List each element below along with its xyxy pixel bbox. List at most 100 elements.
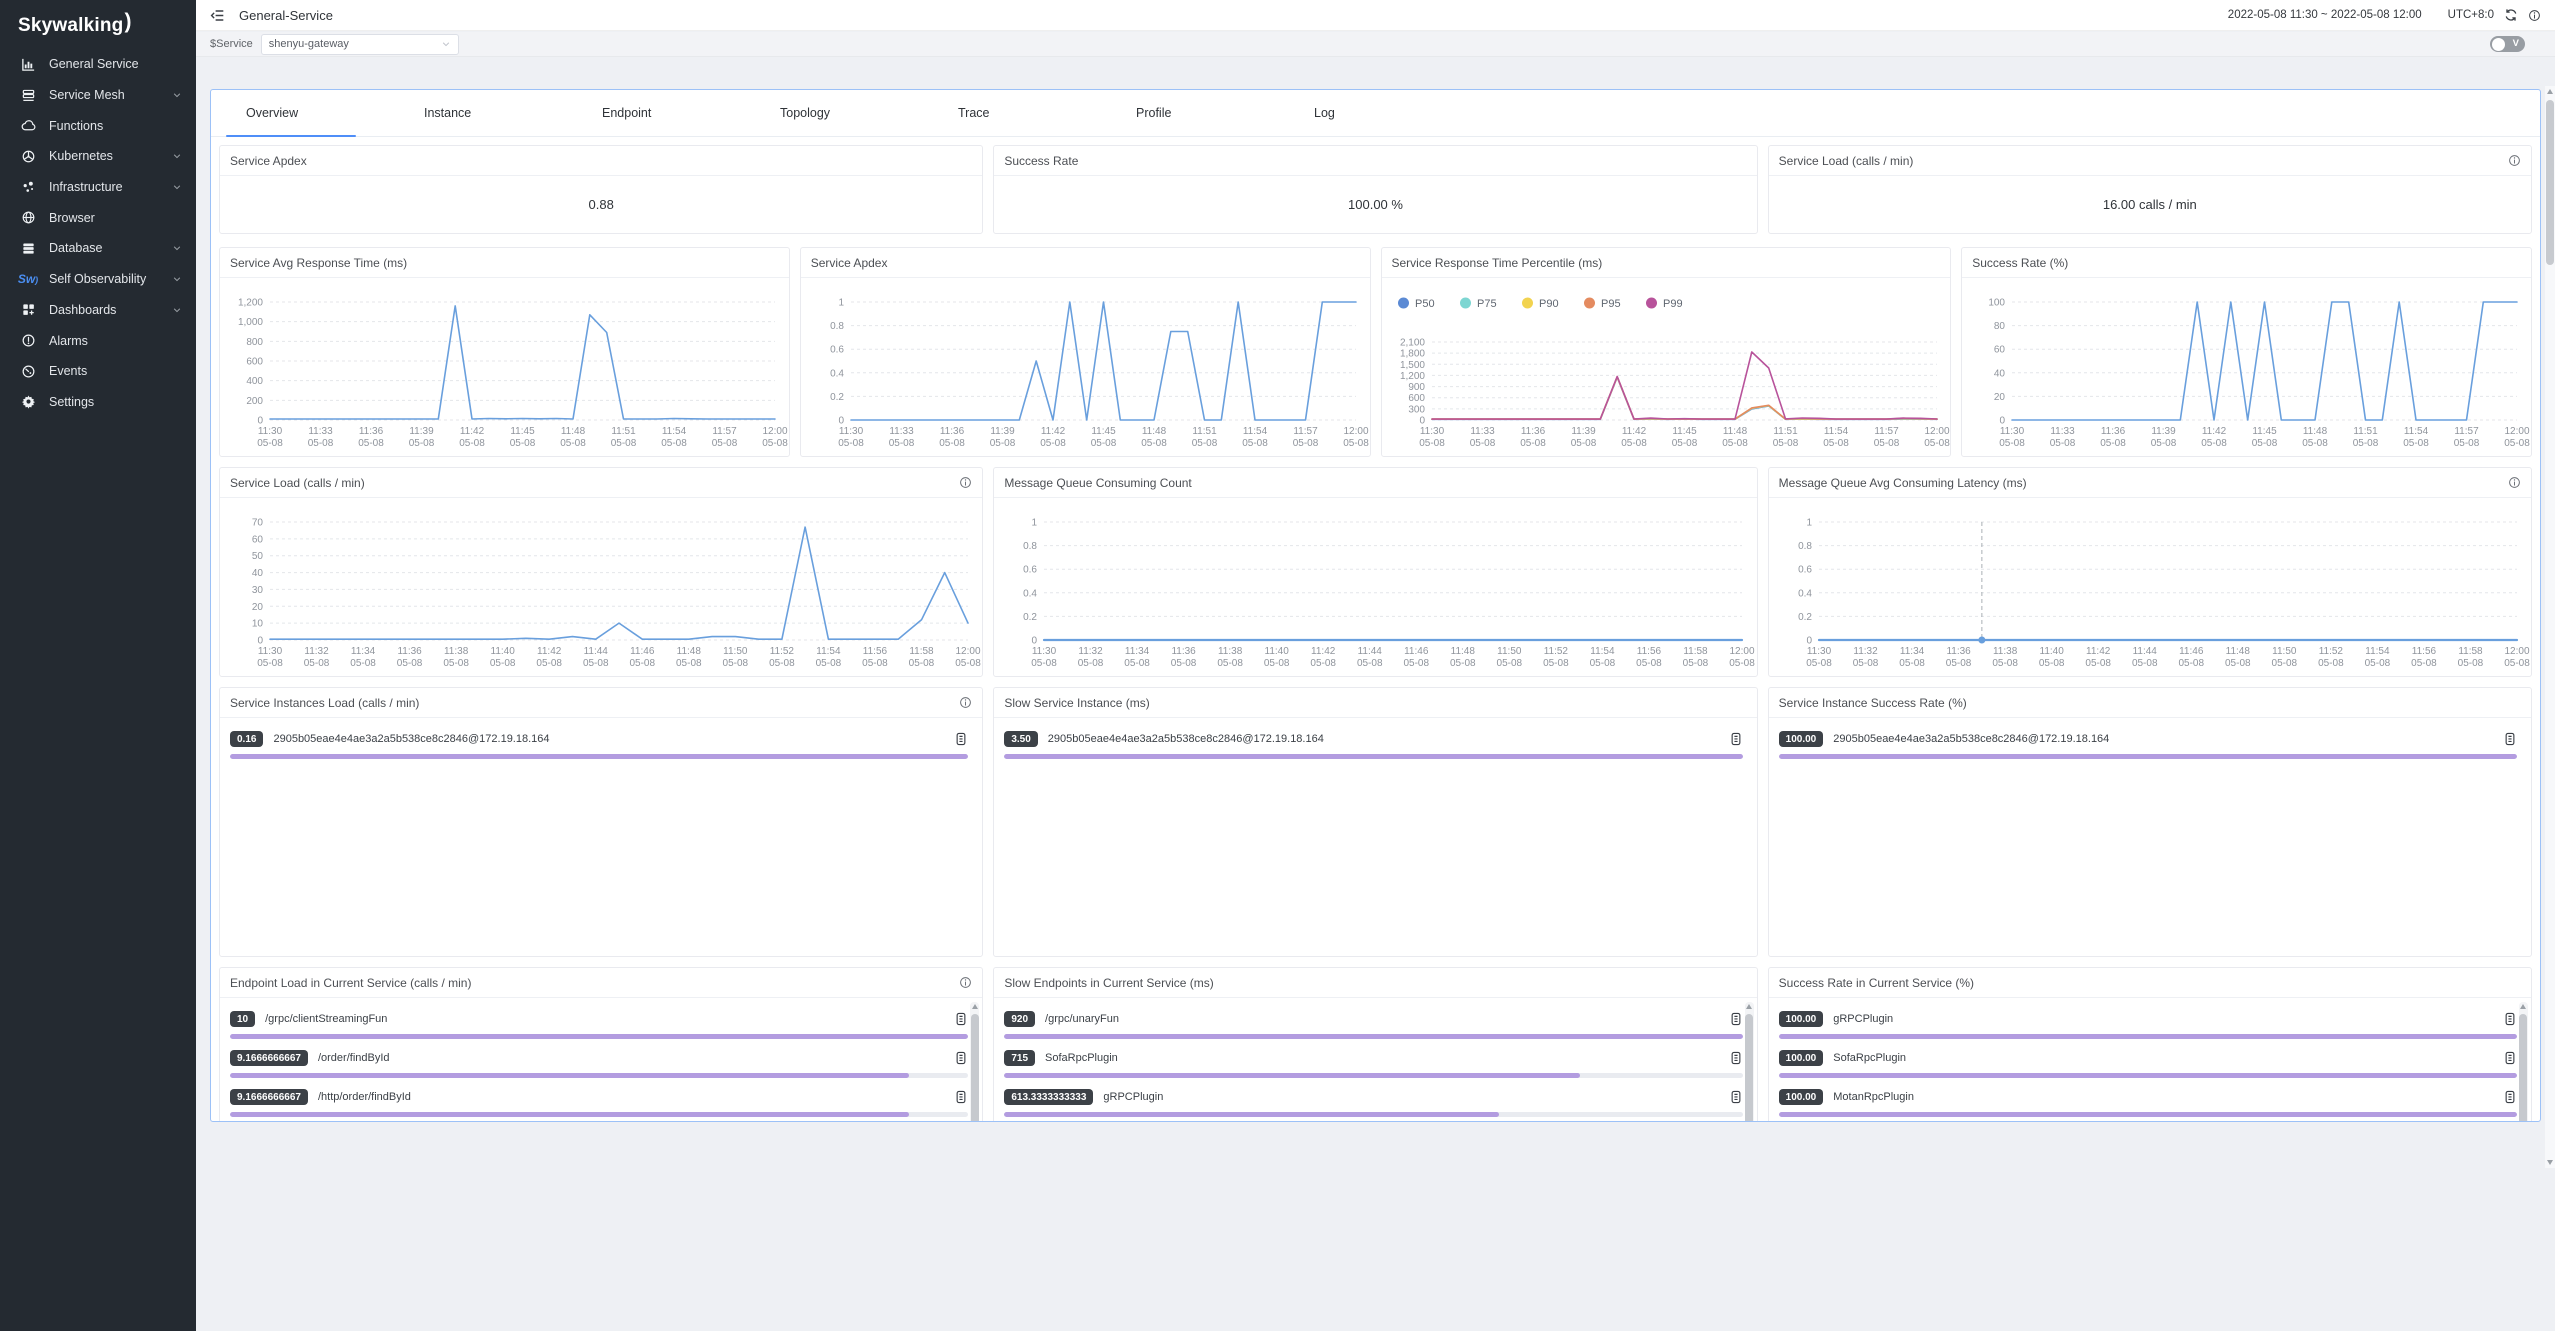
item-name: /grpc/clientStreamingFun [265,1013,387,1025]
svg-text:05-08: 05-08 [1992,658,2018,669]
header-info-icon[interactable] [2528,9,2541,22]
refresh-icon[interactable] [2504,8,2518,22]
item-detail-icon[interactable] [2503,1090,2517,1104]
sidebar-item-dashboards[interactable]: Dashboards [0,295,196,326]
sidebar-item-settings[interactable]: Settings [0,387,196,418]
svg-text:11:48: 11:48 [2225,646,2250,657]
chart-icon [20,56,36,72]
info-icon[interactable] [2508,154,2521,167]
sidebar-item-functions[interactable]: Functions [0,110,196,141]
info-icon[interactable] [959,476,972,489]
chart-card-message-queue-consuming-count: Message Queue Consuming Count00.20.40.60… [993,467,1757,677]
svg-text:1,000: 1,000 [238,317,263,328]
svg-text:05-08: 05-08 [2151,438,2177,449]
svg-text:11:48: 11:48 [677,646,702,657]
card-title: Service Instance Success Rate (%) [1779,696,1967,710]
list-scrollbar[interactable] [2519,1002,2528,1122]
svg-text:05-08: 05-08 [1141,438,1167,449]
time-range-picker[interactable]: 2022-05-08 11:30 ~ 2022-05-08 12:00 [2228,9,2422,21]
item-detail-icon[interactable] [2503,1012,2517,1026]
tab-profile[interactable]: Profile [1101,90,1279,136]
sidebar-item-alarms[interactable]: Alarms [0,325,196,356]
scroll-down-arrow-icon[interactable] [2547,1160,2553,1165]
item-detail-icon[interactable] [1729,732,1743,746]
scroll-up-arrow-icon[interactable] [2547,89,2553,94]
tab-endpoint[interactable]: Endpoint [567,90,745,136]
svg-text:05-08: 05-08 [816,658,842,669]
sidebar-item-label: Infrastructure [49,180,123,194]
scroll-up-arrow-icon[interactable] [972,1004,978,1009]
view-mode-toggle[interactable]: V [2490,36,2525,52]
info-icon[interactable] [2508,476,2521,489]
item-detail-icon[interactable] [954,1012,968,1026]
sidebar-item-service-mesh[interactable]: Service Mesh [0,80,196,111]
svg-text:1,200: 1,200 [238,298,263,309]
sidebar-item-self-observability[interactable]: Sw)Self Observability [0,264,196,295]
collapse-sidebar-icon[interactable] [210,8,225,23]
svg-text:11:58: 11:58 [909,646,934,657]
chart-canvas: 00.20.40.60.8111:3005-0811:3205-0811:340… [994,498,1756,676]
svg-text:200: 200 [246,396,263,407]
item-detail-icon[interactable] [1729,1090,1743,1104]
card-title-bar: Slow Service Instance (ms) [994,688,1756,718]
svg-text:11:50: 11:50 [2272,646,2297,657]
item-detail-icon[interactable] [1729,1012,1743,1026]
tab-topology[interactable]: Topology [745,90,923,136]
svg-text:11:38: 11:38 [444,646,469,657]
scrollbar-thumb[interactable] [2519,1014,2527,1122]
item-detail-icon[interactable] [954,732,968,746]
item-detail-icon[interactable] [954,1051,968,1065]
scroll-up-arrow-icon[interactable] [2520,1004,2526,1009]
scrollbar-thumb[interactable] [971,1014,979,1122]
svg-text:05-08: 05-08 [1570,438,1596,449]
service-select[interactable]: shenyu-gateway [261,34,459,55]
svg-text:05-08: 05-08 [1125,658,1151,669]
item-bar [1004,1034,1742,1039]
svg-text:600: 600 [246,357,263,368]
tab-instance[interactable]: Instance [389,90,567,136]
svg-text:60: 60 [1994,345,2006,356]
tab-log[interactable]: Log [1279,90,1457,136]
scroll-up-arrow-icon[interactable] [1746,1004,1752,1009]
card-title: Service Load (calls / min) [1779,154,1914,168]
svg-text:05-08: 05-08 [1311,658,1337,669]
sidebar-item-infrastructure[interactable]: Infrastructure [0,172,196,203]
list-scrollbar[interactable] [970,1002,979,1122]
svg-text:05-08: 05-08 [989,438,1015,449]
svg-text:11:42: 11:42 [2086,646,2111,657]
sidebar-item-browser[interactable]: Browser [0,202,196,233]
item-detail-icon[interactable] [2503,732,2517,746]
card-title-bar: Message Queue Avg Consuming Latency (ms) [1769,468,2531,498]
scrollbar-thumb[interactable] [2546,100,2554,265]
svg-text:05-08: 05-08 [888,438,914,449]
info-icon[interactable] [959,696,972,709]
list-card-service-instances-load-calls-min: Service Instances Load (calls / min)0.16… [219,687,983,957]
svg-text:600: 600 [1408,393,1425,404]
svg-text:1,200: 1,200 [1399,371,1424,382]
sidebar-item-general-service[interactable]: General Service [0,49,196,80]
sidebar-item-kubernetes[interactable]: Kubernetes [0,141,196,172]
main-scrollbar[interactable] [2545,86,2555,1168]
item-detail-icon[interactable] [954,1090,968,1104]
item-bar [230,754,968,759]
svg-text:11:30: 11:30 [1419,426,1444,437]
item-detail-icon[interactable] [1729,1051,1743,1065]
svg-text:11:50: 11:50 [723,646,748,657]
tab-trace[interactable]: Trace [923,90,1101,136]
svg-text:0: 0 [1032,636,1038,647]
svg-text:11:48: 11:48 [1451,646,1476,657]
sidebar-item-database[interactable]: Database [0,233,196,264]
tab-overview[interactable]: Overview [211,90,389,136]
info-icon[interactable] [959,976,972,989]
svg-text:05-08: 05-08 [1823,438,1849,449]
sidebar-item-events[interactable]: Events [0,356,196,387]
scrollbar-thumb[interactable] [1745,1014,1753,1122]
svg-text:0.4: 0.4 [1798,588,1812,599]
svg-text:05-08: 05-08 [1543,658,1569,669]
list-scrollbar[interactable] [1745,1002,1754,1122]
svg-text:0.2: 0.2 [830,392,844,403]
sidebar-item-label: Kubernetes [49,149,113,163]
item-bar-fill [230,754,968,759]
item-detail-icon[interactable] [2503,1051,2517,1065]
svg-text:05-08: 05-08 [676,658,702,669]
